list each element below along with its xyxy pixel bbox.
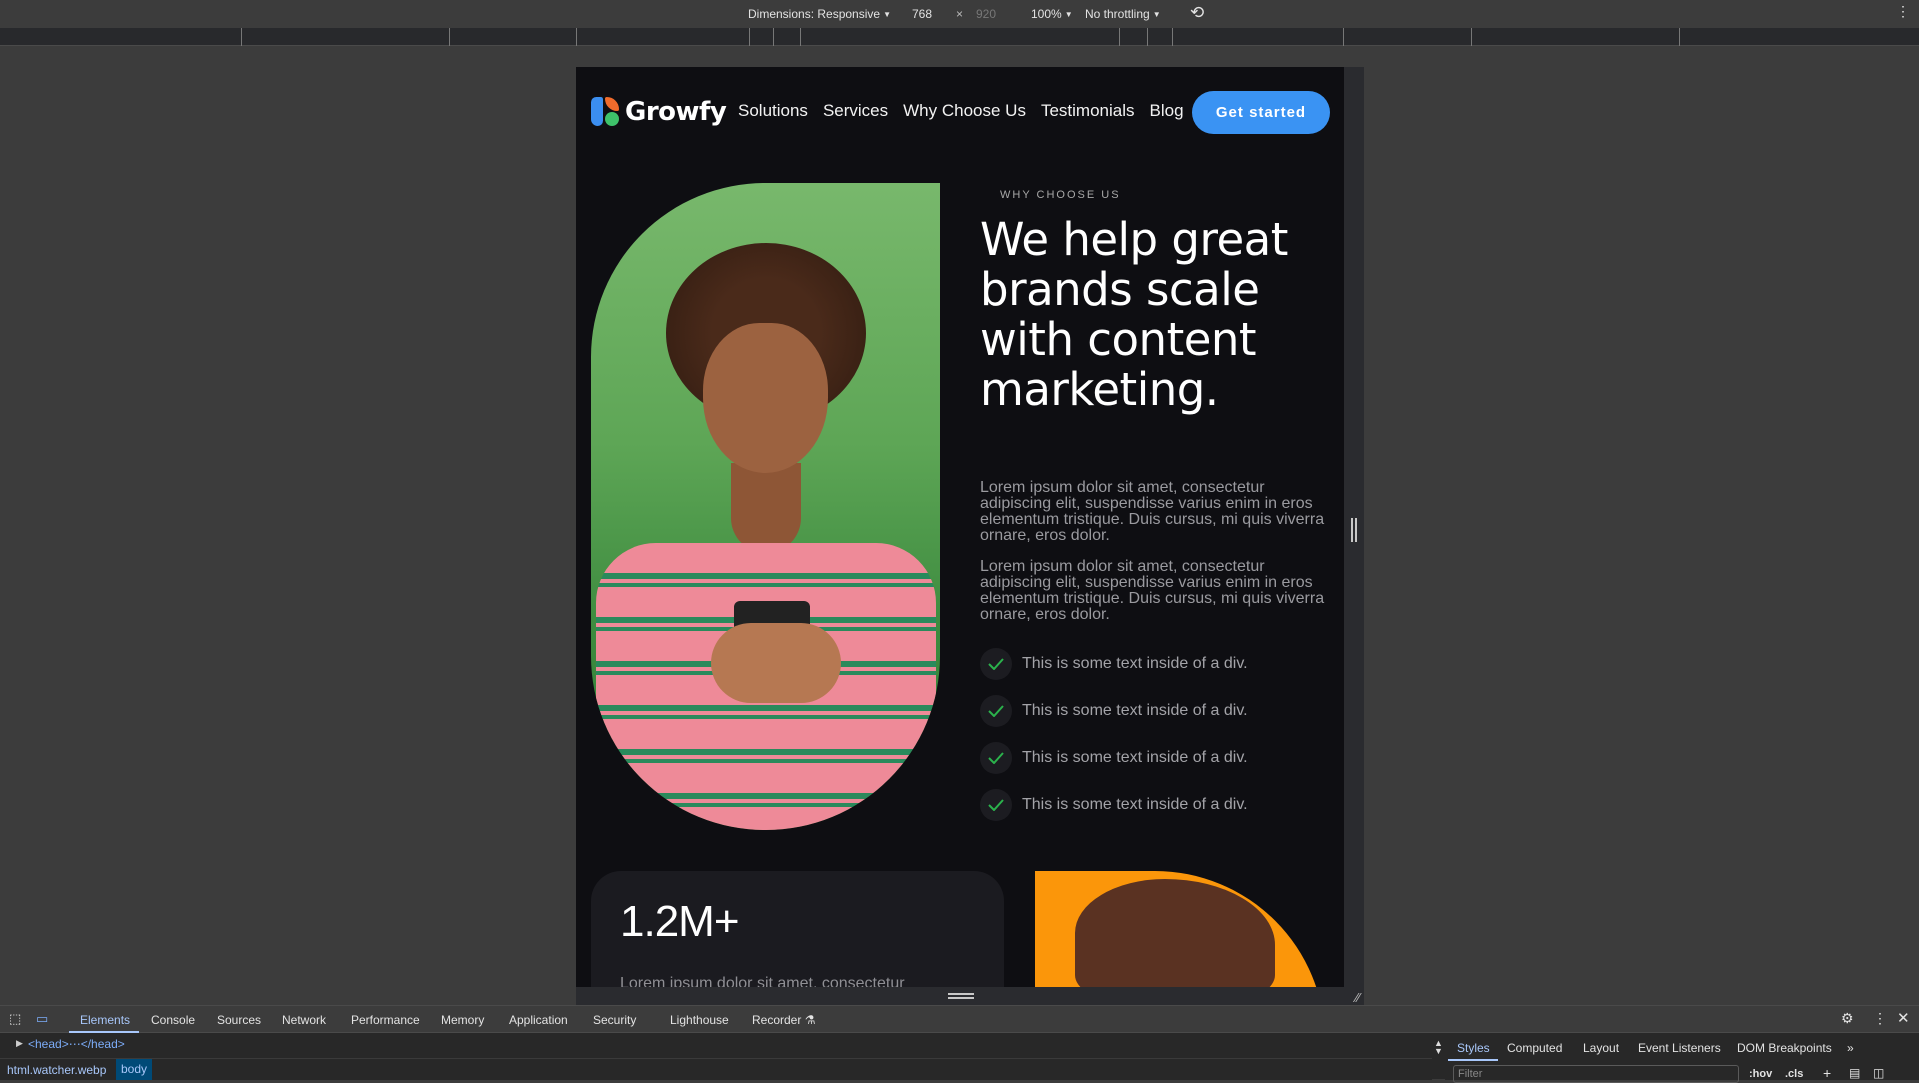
media-query-divider <box>1147 28 1148 46</box>
check-icon <box>980 648 1012 680</box>
styles-sidebar: Styles Computed Layout Event Listeners D… <box>1445 1034 1919 1083</box>
devtools-panel: ⬚ ▭ Elements Console Sources Network Per… <box>0 1005 1919 1083</box>
width-input[interactable]: 768 <box>912 7 932 21</box>
nav-link-services[interactable]: Services <box>823 101 888 121</box>
checklist: This is some text inside of a div. This … <box>980 648 1248 836</box>
computed-styles-icon[interactable]: ▤ <box>1849 1066 1860 1080</box>
tab-application[interactable]: Application <box>509 1013 568 1027</box>
checklist-item: This is some text inside of a div. <box>980 695 1248 727</box>
body-paragraph: Lorem ipsum dolor sit amet, consectetur … <box>980 558 1325 623</box>
check-icon <box>980 789 1012 821</box>
checklist-item: This is some text inside of a div. <box>980 648 1248 680</box>
width-resize-handle[interactable] <box>1344 67 1364 987</box>
media-query-divider <box>1471 28 1472 46</box>
zoom-dropdown[interactable]: 100% ▼ <box>1031 7 1073 21</box>
height-resize-handle[interactable]: ⁄⁄ <box>576 987 1364 1006</box>
devtools-tabbar: ⬚ ▭ Elements Console Sources Network Per… <box>0 1006 1919 1033</box>
stat-card: 1.2M+ Lorem ipsum dolor sit amet, consec… <box>591 871 1004 987</box>
secondary-image <box>1035 871 1325 987</box>
expand-triangle-icon[interactable]: ▶ <box>16 1038 23 1049</box>
side-tab-dom-breakpoints[interactable]: DOM Breakpoints <box>1737 1041 1832 1055</box>
kebab-icon[interactable]: ⋮ <box>1873 1010 1887 1027</box>
dom-breadcrumbs: html.watcher.webp body <box>0 1058 1432 1080</box>
side-tab-event-listeners[interactable]: Event Listeners <box>1638 1041 1721 1055</box>
media-query-divider <box>1119 28 1120 46</box>
get-started-button[interactable]: Get started <box>1192 91 1330 134</box>
dom-node-head[interactable]: <head>⋯</head> <box>28 1037 125 1051</box>
media-query-divider <box>1343 28 1344 46</box>
media-query-bar[interactable] <box>0 28 1919 46</box>
media-query-divider <box>749 28 750 46</box>
stat-value: 1.2M+ <box>620 897 740 946</box>
brand-name: Growfy <box>625 97 727 127</box>
hero-image <box>591 183 940 830</box>
logo-mark-icon <box>591 97 620 127</box>
caret-down-icon: ▼ <box>1152 10 1161 19</box>
nav-menu: Solutions Services Why Choose Us Testimo… <box>738 101 1199 121</box>
cls-toggle[interactable]: .cls <box>1785 1068 1803 1080</box>
active-side-tab-indicator <box>1448 1059 1498 1061</box>
tab-console[interactable]: Console <box>151 1013 195 1027</box>
tab-recorder[interactable]: Recorder ⚗ <box>752 1013 815 1027</box>
kebab-icon[interactable]: ⋮ <box>1896 3 1910 20</box>
media-query-divider <box>1679 28 1680 46</box>
side-tab-styles[interactable]: Styles <box>1457 1041 1490 1055</box>
grip-icon <box>948 993 974 999</box>
body-paragraph: Lorem ipsum dolor sit amet, consectetur … <box>980 479 1325 544</box>
device-toolbar: Dimensions: Responsive ▼ 768 × 920 100% ▼ … <box>0 0 1919 28</box>
tab-performance[interactable]: Performance <box>351 1013 420 1027</box>
more-tabs-icon[interactable]: » <box>1847 1041 1854 1055</box>
flask-icon: ⚗ <box>804 1013 816 1027</box>
throttling-dropdown[interactable]: No throttling ▼ <box>1085 7 1161 21</box>
height-input[interactable]: 920 <box>976 7 996 21</box>
nav-link-solutions[interactable]: Solutions <box>738 101 808 121</box>
dimensions-dropdown[interactable]: Dimensions: Responsive ▼ <box>748 7 891 21</box>
breadcrumb-html[interactable]: html.watcher.webp <box>7 1063 106 1077</box>
media-query-divider <box>773 28 774 46</box>
breadcrumb-body[interactable]: body <box>116 1059 153 1080</box>
tab-memory[interactable]: Memory <box>441 1013 484 1027</box>
hov-toggle[interactable]: :hov <box>1749 1068 1772 1080</box>
device-toolbar-icon[interactable]: ▭ <box>36 1011 48 1027</box>
corner-resize-icon[interactable]: ⁄⁄ <box>1356 990 1360 1005</box>
checklist-item: This is some text inside of a div. <box>980 789 1248 821</box>
tab-lighthouse[interactable]: Lighthouse <box>670 1013 729 1027</box>
brand-logo[interactable]: Growfy <box>591 97 727 127</box>
tab-network[interactable]: Network <box>282 1013 326 1027</box>
dom-tree: ▶ <head>⋯</head> <box>0 1034 1432 1056</box>
scroll-arrows-icon[interactable]: ▲ ▼ <box>1434 1039 1443 1056</box>
site-navbar: Growfy Solutions Services Why Choose Us … <box>576 67 1344 159</box>
sidebar-toggle-icon[interactable]: ◫ <box>1873 1066 1884 1080</box>
caret-down-icon: ▼ <box>1064 10 1073 19</box>
tab-elements[interactable]: Elements <box>80 1013 130 1027</box>
grip-icon <box>1351 518 1357 542</box>
stat-text: Lorem ipsum dolor sit amet, consectetur <box>620 975 905 987</box>
media-query-divider <box>800 28 801 46</box>
side-tab-layout[interactable]: Layout <box>1583 1041 1619 1055</box>
media-query-divider <box>1172 28 1173 46</box>
media-query-divider <box>241 28 242 46</box>
caret-down-icon: ▼ <box>883 10 891 19</box>
times-sign: × <box>956 7 964 21</box>
check-icon <box>980 742 1012 774</box>
emulated-page: Growfy Solutions Services Why Choose Us … <box>576 67 1344 987</box>
media-query-divider <box>449 28 450 46</box>
inspect-element-icon[interactable]: ⬚ <box>9 1011 21 1027</box>
section-eyebrow: WHY CHOOSE US <box>1000 189 1121 201</box>
nav-link-blog[interactable]: Blog <box>1150 101 1184 121</box>
rotate-icon[interactable]: ⟲ <box>1190 3 1204 23</box>
close-icon[interactable]: ✕ <box>1897 1009 1910 1027</box>
nav-link-testimonials[interactable]: Testimonials <box>1041 101 1135 121</box>
tab-security[interactable]: Security <box>593 1013 636 1027</box>
side-tab-computed[interactable]: Computed <box>1507 1041 1562 1055</box>
active-tab-indicator <box>69 1031 139 1033</box>
checklist-item: This is some text inside of a div. <box>980 742 1248 774</box>
media-query-divider <box>576 28 577 46</box>
nav-link-why-choose-us[interactable]: Why Choose Us <box>903 101 1026 121</box>
tab-sources[interactable]: Sources <box>217 1013 261 1027</box>
styles-filter-input[interactable]: Filter <box>1453 1065 1739 1083</box>
section-heading: We help great brands scale with content … <box>980 213 1288 416</box>
check-icon <box>980 695 1012 727</box>
settings-gear-icon[interactable]: ⚙ <box>1841 1010 1854 1027</box>
